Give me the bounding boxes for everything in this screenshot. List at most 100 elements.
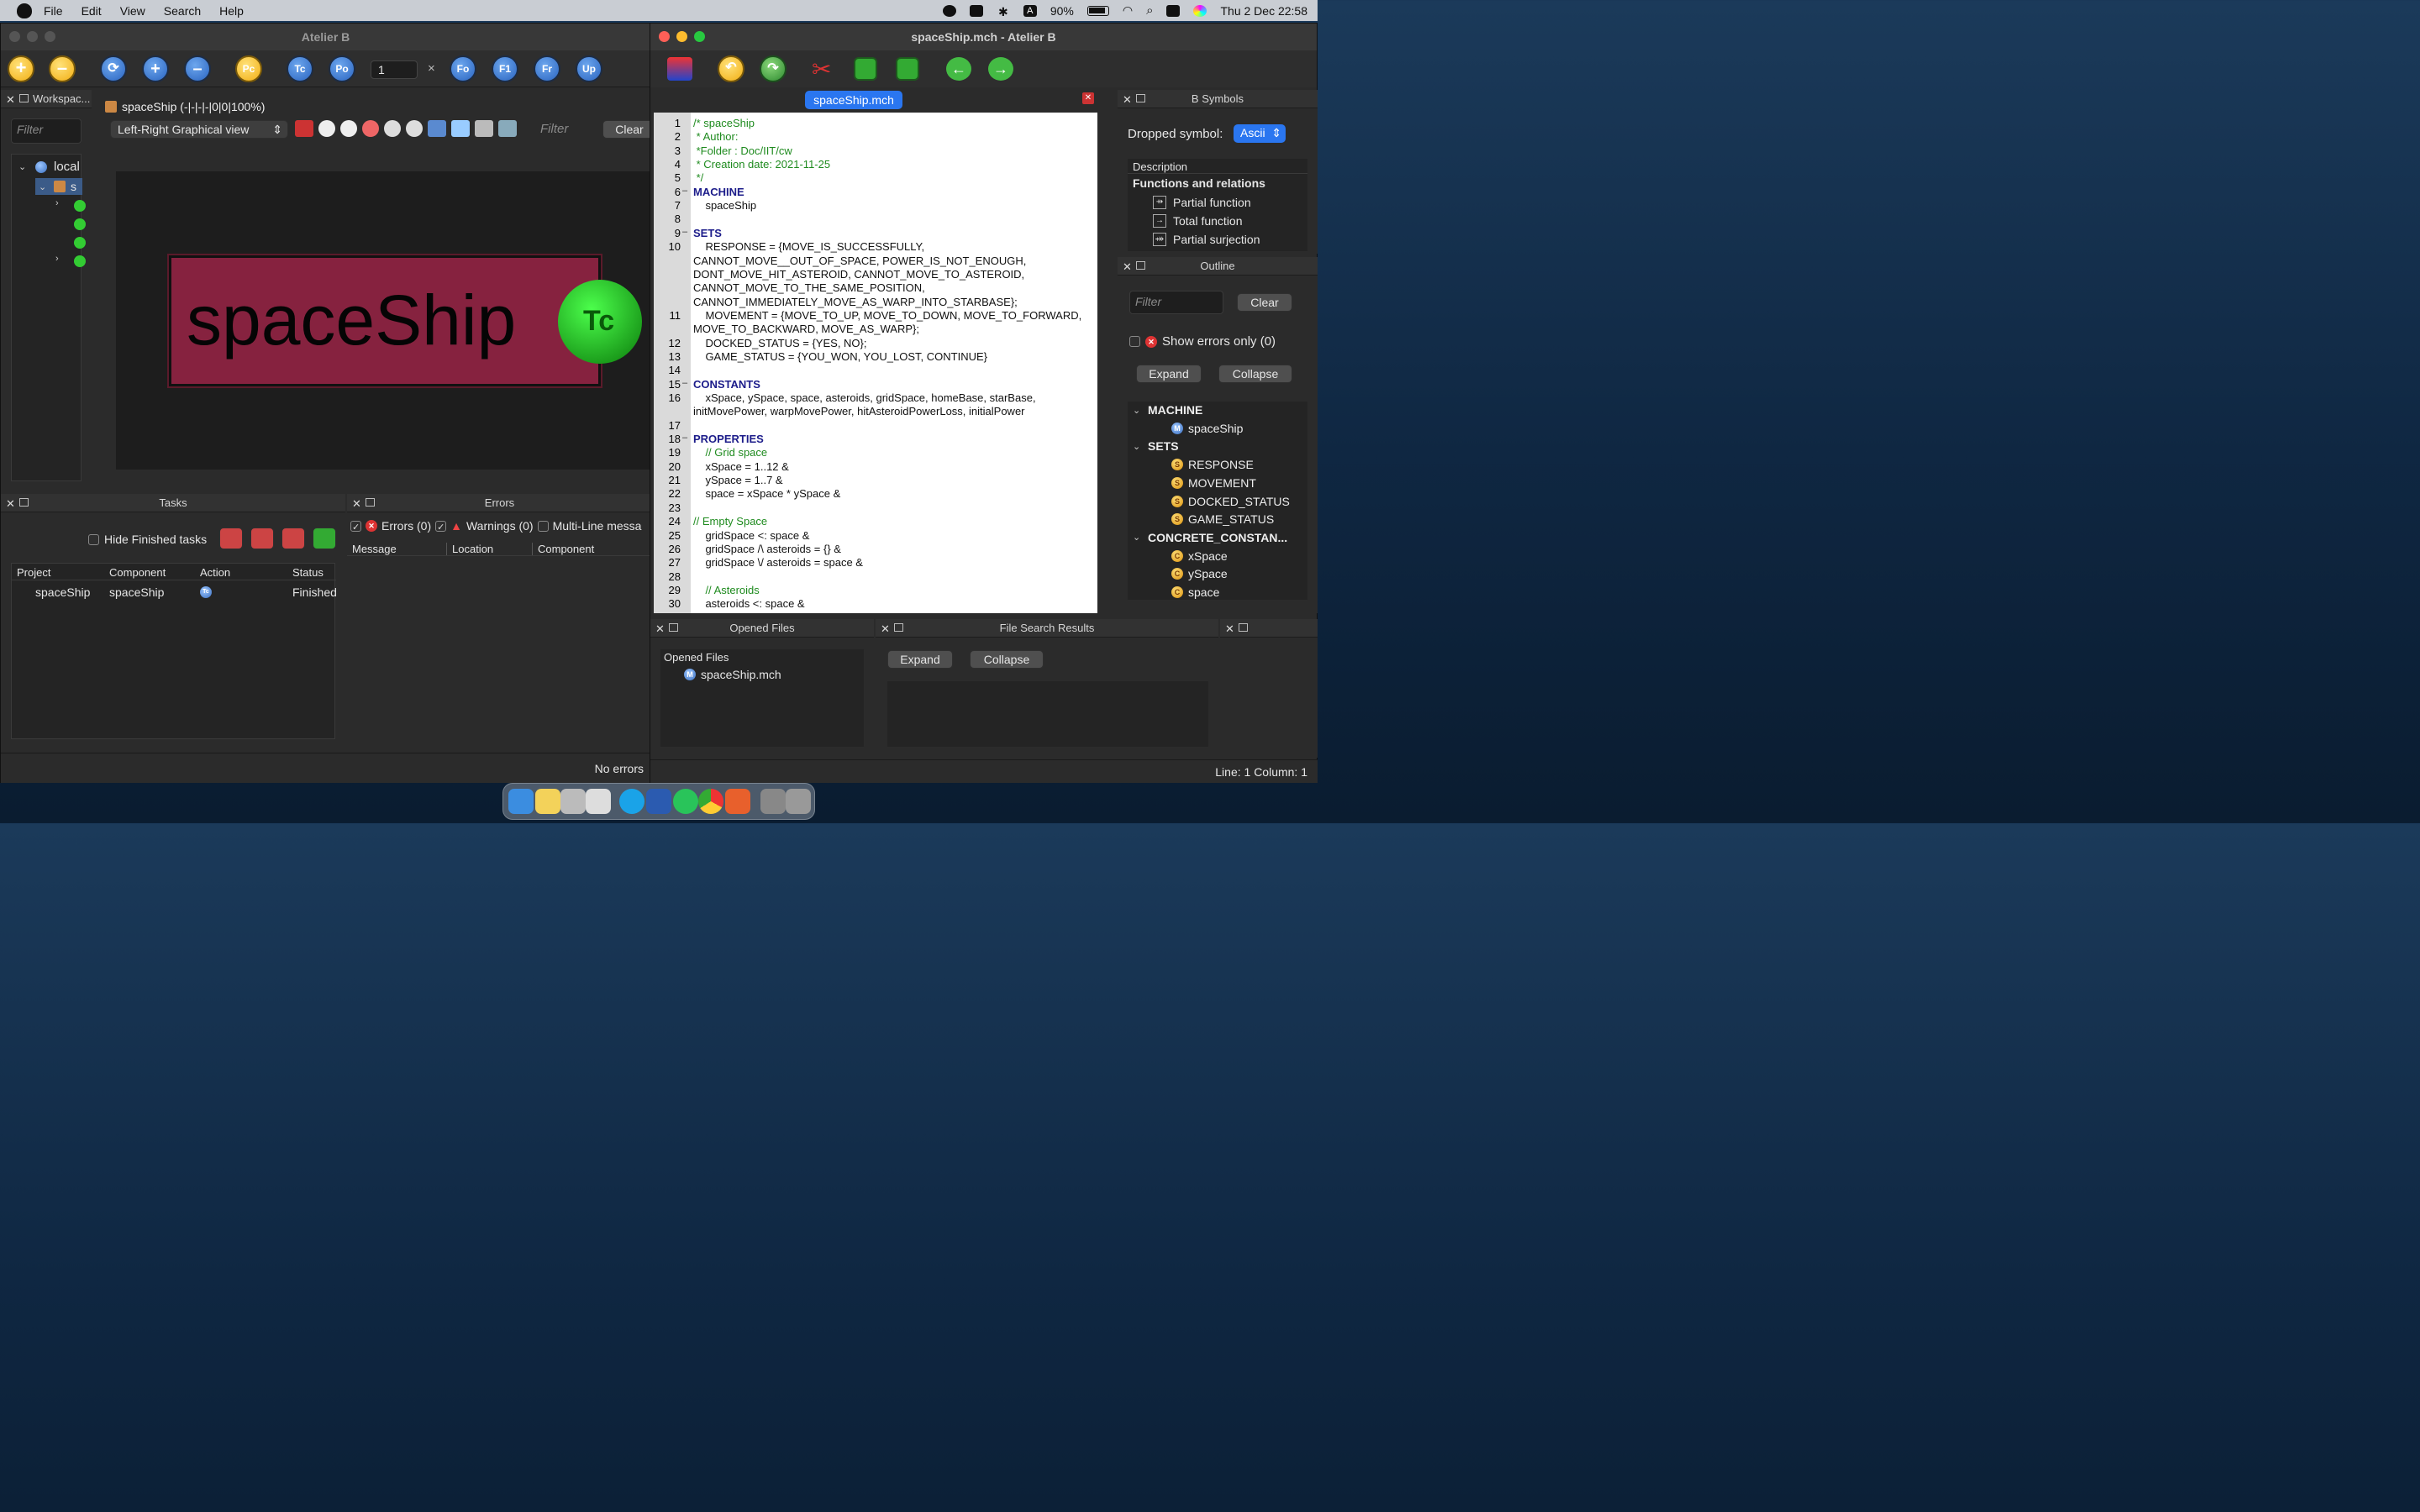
zoom-out-icon[interactable] (406, 120, 423, 137)
workspace-filter-input[interactable]: Filter (11, 118, 82, 144)
fold-marker-icon[interactable]: – (682, 378, 687, 388)
zoom-window-button[interactable] (694, 31, 705, 42)
code-line[interactable]: CANNOT_MOVE_TO_THE_SAME_POSITION, (693, 281, 925, 294)
f1-button[interactable]: F1 (492, 55, 518, 82)
column-header[interactable]: Action (200, 566, 230, 579)
menu-file[interactable]: File (44, 4, 63, 18)
chevron-right-icon[interactable]: › (55, 198, 66, 208)
column-header[interactable]: Message (352, 543, 397, 555)
float-panel-icon[interactable] (1239, 623, 1248, 632)
list-item[interactable]: M spaceShip.mch (684, 668, 781, 681)
tree-item-project[interactable]: ⌄ s (35, 178, 82, 195)
code-line[interactable]: space = xSpace * ySpace & (693, 487, 840, 500)
outline-item[interactable]: Cspace (1171, 585, 1219, 599)
tool-icon[interactable] (318, 120, 335, 137)
close-panel-icon[interactable]: ✕ (352, 497, 361, 511)
code-line[interactable]: gridSpace \/ asteroids = space & (693, 556, 863, 569)
fr-button[interactable]: Fr (534, 55, 560, 82)
undo-icon[interactable]: ↶ (718, 55, 744, 82)
close-panel-icon[interactable]: ✕ (1123, 260, 1132, 274)
outline-filter-input[interactable]: Filter (1129, 291, 1223, 314)
close-panel-icon[interactable]: ✕ (6, 93, 15, 107)
code-line[interactable]: /* spaceShip (693, 117, 755, 129)
code-line[interactable]: CONSTANTS (693, 378, 760, 391)
redo-icon[interactable]: ↷ (760, 55, 786, 82)
outline-collapse-button[interactable]: Collapse (1218, 365, 1292, 383)
code-line[interactable]: // Grid space (693, 446, 767, 459)
editor-scrollbar[interactable] (1099, 113, 1111, 613)
tree-item-local[interactable]: ⌄ local (18, 160, 80, 174)
close-window-button[interactable] (659, 31, 670, 42)
float-panel-icon[interactable] (366, 498, 375, 507)
fold-marker-icon[interactable]: – (682, 227, 687, 237)
file-search-expand-button[interactable]: Expand (887, 650, 953, 669)
code-line[interactable]: PROPERTIES (693, 433, 764, 445)
close-panel-icon[interactable]: ✕ (655, 622, 665, 636)
remove-project-button[interactable]: – (49, 55, 76, 82)
code-line[interactable]: GAME_STATUS = {YOU_WON, YOU_LOST, CONTIN… (693, 350, 987, 363)
table-row[interactable]: spaceShip spaceShip Tc Finished (12, 584, 336, 601)
copy-icon[interactable] (854, 57, 877, 81)
code-line[interactable]: * Creation date: 2021-11-25 (693, 158, 830, 171)
up-button[interactable]: Up (576, 55, 602, 82)
float-panel-icon[interactable] (19, 498, 29, 507)
skype-icon[interactable] (619, 789, 644, 814)
code-line[interactable]: DONT_MOVE_HIT_ASTEROID, CANNOT_MOVE_TO_A… (693, 268, 1024, 281)
add-component-button[interactable]: + (142, 55, 169, 82)
code-line[interactable]: CANNOT_IMMEDIATELY_MOVE_AS_WARP_INTO_STA… (693, 296, 1018, 308)
fo-button[interactable]: Fo (450, 55, 476, 82)
close-panel-icon[interactable]: ✕ (881, 622, 890, 636)
po-button[interactable]: Po (329, 55, 355, 82)
outline-section[interactable]: ⌄ MACHINE (1133, 403, 1202, 417)
show-errors-only-checkbox[interactable]: ✕ Show errors only (0) (1129, 334, 1276, 349)
tc-button[interactable]: Tc (287, 55, 313, 82)
minimize-window-button[interactable] (676, 31, 687, 42)
check-status-icon[interactable] (969, 4, 983, 17)
whatsapp-icon[interactable] (673, 789, 698, 814)
multiline-checkbox[interactable] (537, 520, 549, 532)
close-panel-icon[interactable]: ✕ (1225, 622, 1234, 636)
wifi-icon[interactable]: ◠ (1123, 3, 1133, 18)
code-line[interactable]: // Asteroids (693, 584, 759, 596)
chevron-right-icon[interactable]: › (55, 254, 66, 264)
code-line[interactable]: DOCKED_STATUS = {YES, NO}; (693, 337, 866, 349)
save-icon[interactable] (667, 57, 692, 81)
code-line[interactable]: SETS (693, 227, 722, 239)
paste-icon[interactable] (896, 57, 919, 81)
close-panel-icon[interactable]: ✕ (6, 497, 15, 511)
code-line[interactable]: MOVE_TO_BACKWARD, MOVE_AS_WARP}; (693, 323, 919, 335)
add-project-button[interactable]: + (8, 55, 34, 82)
file-search-collapse-button[interactable]: Collapse (970, 650, 1044, 669)
outline-item[interactable]: S DOCKED_STATUS (1171, 495, 1290, 508)
show-errors-checkbox[interactable] (350, 520, 361, 532)
code-line[interactable]: // Empty Space (693, 515, 767, 528)
column-header[interactable]: Component (532, 543, 594, 555)
code-line[interactable]: * Author: (693, 130, 739, 143)
list-item[interactable]: ⤀ Partial surjection (1153, 233, 1260, 246)
code-line[interactable]: CANNOT_MOVE__OUT_OF_SPACE, POWER_IS_NOT_… (693, 255, 1026, 267)
code-editor[interactable]: 1 2 3 4 5 6–7 8 9–10 11 12 13 14 15–16 17 18–19 20 21 22 2… (654, 113, 1097, 613)
menu-search[interactable]: Search (164, 4, 201, 18)
select-icon[interactable] (451, 120, 470, 137)
list-item[interactable]: ⇸ Partial function (1153, 196, 1251, 209)
control-center-icon[interactable] (1166, 4, 1181, 17)
component-node[interactable]: spaceShip Tc (167, 254, 642, 388)
trash-icon[interactable] (786, 789, 811, 814)
column-header[interactable]: Project (17, 566, 50, 579)
outline-item[interactable]: CySpace (1171, 567, 1228, 580)
code-line[interactable]: ySpace = 1..7 & (693, 474, 782, 486)
pointer-icon[interactable] (428, 120, 446, 137)
collapse-all-icon[interactable] (295, 120, 313, 137)
chevron-down-icon[interactable]: ⌄ (39, 181, 49, 192)
graph-filter-input[interactable]: Filter (539, 120, 602, 139)
float-panel-icon[interactable] (894, 623, 903, 632)
zoom-in-icon[interactable] (384, 120, 401, 137)
creative-cloud-icon[interactable] (942, 4, 956, 17)
input-source-icon[interactable]: A (1023, 4, 1037, 17)
code-line[interactable]: gridSpace /\ asteroids = {} & (693, 543, 841, 555)
float-panel-icon[interactable] (1136, 94, 1145, 102)
code-line[interactable]: spaceShip (693, 199, 756, 212)
battery-icon[interactable] (1086, 5, 1109, 16)
code-line[interactable]: MOVEMENT = {MOVE_TO_UP, MOVE_TO_DOWN, MO… (693, 309, 1081, 322)
cancel-icon[interactable] (250, 528, 274, 549)
